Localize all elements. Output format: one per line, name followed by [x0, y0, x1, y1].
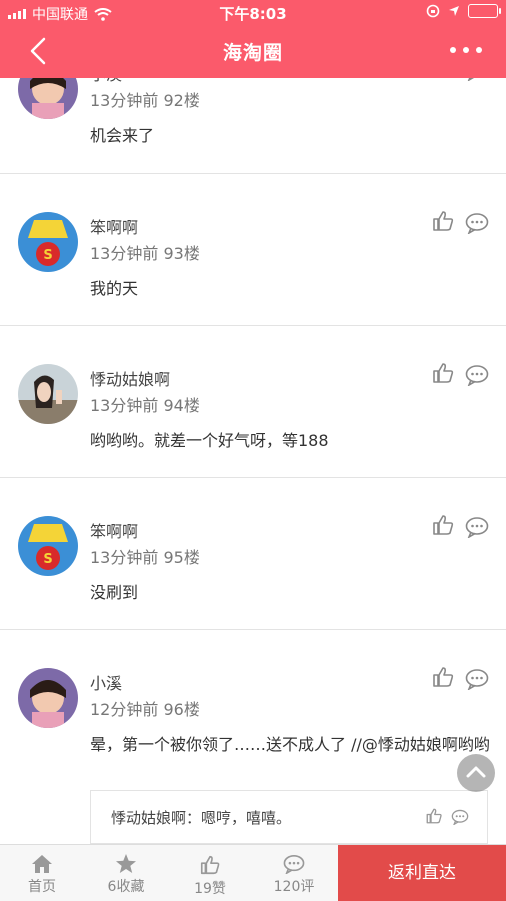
- tab-favorites[interactable]: 6收藏: [84, 845, 168, 901]
- bottom-bar: 首页 6收藏 19赞 120评 返利直达: [0, 844, 506, 901]
- tab-favorites-label: 6收藏: [107, 879, 145, 895]
- comment-item: 悸动姑娘啊 13分钟前 94楼 哟哟哟。就差一个好气呀，等188: [0, 326, 506, 478]
- reply-box: 悸动姑娘啊：嗯哼，嘻嘻。: [90, 790, 488, 844]
- comment-text: 机会来了: [90, 126, 155, 145]
- location-icon: [449, 6, 459, 16]
- comment-username[interactable]: 悸动姑娘啊: [90, 366, 170, 390]
- comment-username[interactable]: 笨啊啊: [90, 518, 138, 542]
- comment-meta: 13分钟前 93楼: [90, 244, 200, 263]
- page-title: 海淘圈: [222, 42, 283, 64]
- comment-item: S 笨啊啊 13分钟前 95楼 没刷到: [0, 478, 506, 630]
- comment-icon[interactable]: [465, 212, 489, 234]
- comment-username[interactable]: 小溪: [90, 78, 122, 85]
- comment-username[interactable]: 小溪: [90, 670, 122, 694]
- top-bar: 中国联通 下午8:03 海淘圈: [0, 0, 506, 78]
- svg-text:S: S: [43, 552, 52, 567]
- scroll-top-icon: [466, 766, 486, 778]
- status-bar: 中国联通 下午8:03: [0, 0, 506, 24]
- nav-bar: 海淘圈: [0, 24, 506, 78]
- comment-text: 哟哟哟。就差一个好气呀，等188: [90, 431, 329, 450]
- tab-likes-label: 19赞: [194, 881, 226, 897]
- avatar[interactable]: [18, 78, 78, 119]
- thumb-icon: [200, 855, 220, 875]
- like-icon[interactable]: [431, 78, 455, 80]
- comment-text: 我的天: [90, 279, 139, 298]
- avatar[interactable]: [18, 364, 78, 424]
- comment-meta: 13分钟前 94楼: [90, 396, 200, 415]
- comment-icon[interactable]: [465, 78, 489, 81]
- more-icon[interactable]: [448, 38, 484, 62]
- like-icon[interactable]: [431, 665, 455, 689]
- comment-meta: 13分钟前 92楼: [90, 91, 200, 110]
- comment-icon[interactable]: [465, 668, 489, 690]
- comment-username[interactable]: 笨啊啊: [90, 214, 138, 238]
- rebate-button[interactable]: 返利直达: [338, 845, 506, 901]
- scroll-top-button[interactable]: [457, 754, 495, 792]
- comment-icon[interactable]: [465, 516, 489, 538]
- battery-icon: [468, 4, 501, 18]
- tab-comments-label: 120评: [273, 879, 315, 895]
- svg-text:S: S: [43, 248, 52, 263]
- tab-comments[interactable]: 120评: [252, 845, 336, 901]
- comment-meta: 12分钟前 96楼: [90, 700, 200, 719]
- like-icon[interactable]: [425, 807, 443, 825]
- star-icon: [116, 854, 136, 873]
- avatar[interactable]: S: [18, 516, 78, 576]
- like-icon[interactable]: [431, 513, 455, 537]
- home-icon: [32, 855, 52, 873]
- tab-home[interactable]: 首页: [0, 845, 84, 901]
- comment-text: 没刷到: [90, 583, 139, 602]
- tab-home-label: 首页: [28, 879, 56, 895]
- tab-likes[interactable]: 19赞: [168, 845, 252, 901]
- comment-icon[interactable]: [451, 809, 469, 825]
- comment-item: 小溪 13分钟前 92楼 机会来了: [0, 78, 506, 174]
- comment-text: 晕，第一个被你领了……送不成人了 //@悸动姑娘啊哟哟: [90, 735, 490, 754]
- chat-icon: [283, 855, 305, 874]
- comment-icon[interactable]: [465, 364, 489, 386]
- avatar[interactable]: S: [18, 212, 78, 272]
- comment-item: S 笨啊啊 13分钟前 93楼 我的天: [0, 174, 506, 326]
- like-icon[interactable]: [431, 361, 455, 385]
- reply-text: 悸动姑娘啊：嗯哼，嘻嘻。: [111, 809, 292, 827]
- avatar[interactable]: [18, 668, 78, 728]
- like-icon[interactable]: [431, 209, 455, 233]
- comment-list[interactable]: 小溪 13分钟前 92楼 机会来了 S 笨啊啊 13分钟前 93楼 我的天: [0, 78, 506, 844]
- comment-meta: 13分钟前 95楼: [90, 548, 200, 567]
- rotation-lock-icon: [426, 4, 440, 18]
